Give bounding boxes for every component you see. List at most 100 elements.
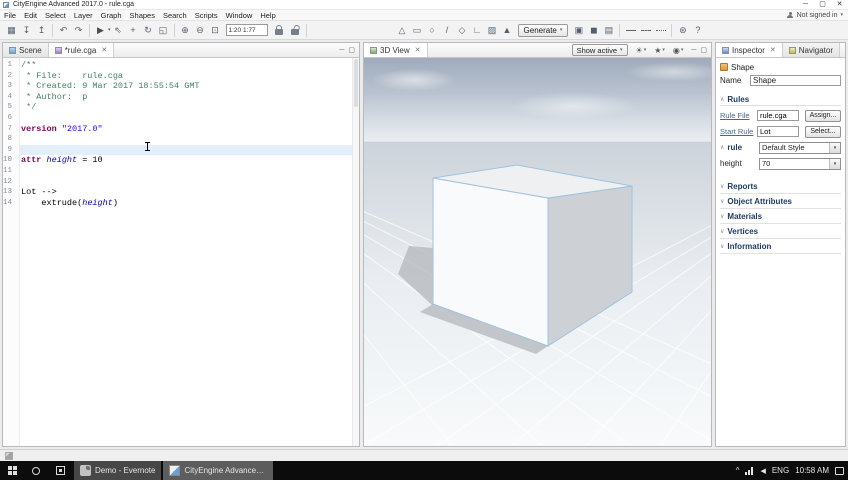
section-materials[interactable]: ∨ Materials: [720, 209, 841, 224]
close-tab-icon[interactable]: ✕: [770, 46, 776, 54]
clock[interactable]: 10:58 AM: [795, 466, 829, 475]
show-active-dropdown[interactable]: Show active ▾: [571, 44, 628, 56]
scale-tool-icon[interactable]: ◱: [157, 24, 170, 37]
minimize-view-icon[interactable]: ─: [691, 47, 696, 54]
graph-tool-icon[interactable]: ◇: [456, 24, 469, 37]
menu-item-select[interactable]: Select: [41, 10, 70, 21]
rule-file-input[interactable]: [757, 110, 799, 121]
measure-tool-icon[interactable]: ∟: [471, 24, 484, 37]
model-icon[interactable]: ◼: [587, 24, 600, 37]
taskbar-app-cityengine[interactable]: CityEngine Advanced 2017.0...: [163, 461, 274, 480]
polygon-tool-icon[interactable]: △: [396, 24, 409, 37]
name-input[interactable]: [750, 75, 841, 86]
sun-icon: ☀: [635, 45, 643, 55]
inspector-header-title: Shape: [731, 62, 755, 72]
start-rule-input[interactable]: [757, 126, 799, 137]
texture-tool-icon[interactable]: ▨: [486, 24, 499, 37]
close-tab-icon[interactable]: ✕: [415, 46, 421, 54]
facade-icon[interactable]: ▤: [602, 24, 615, 37]
maximize-view-icon[interactable]: ▢: [348, 46, 355, 54]
menu-item-file[interactable]: File: [0, 10, 20, 21]
frame-view-icon[interactable]: ⊡: [209, 24, 222, 37]
shading-settings-button[interactable]: ☀ ▾: [636, 46, 647, 55]
style-dropdown[interactable]: Default Style ▾: [759, 141, 841, 154]
save-icon[interactable]: ▦: [5, 24, 18, 37]
start-button[interactable]: [0, 461, 24, 480]
menu-item-edit[interactable]: Edit: [20, 10, 41, 21]
section-reports[interactable]: ∨ Reports: [720, 179, 841, 194]
tab-scene[interactable]: Scene: [3, 43, 49, 57]
tab-rule-cga[interactable]: *rule.cga ✕: [48, 43, 115, 57]
street-tool-icon[interactable]: /: [441, 24, 454, 37]
minimize-view-icon[interactable]: ─: [339, 47, 344, 54]
line-style-dashed-icon[interactable]: [639, 24, 652, 37]
menu-item-scripts[interactable]: Scripts: [191, 10, 222, 21]
scale-input[interactable]: [225, 24, 268, 36]
menu-item-search[interactable]: Search: [159, 10, 191, 21]
start-rule-link[interactable]: Start Rule: [720, 127, 754, 136]
line-style-dotted-icon[interactable]: [654, 24, 667, 37]
signin-label: Not signed in: [796, 11, 838, 19]
unlock-icon[interactable]: [290, 29, 299, 35]
import-icon[interactable]: ↧: [20, 24, 33, 37]
rotate-tool-icon[interactable]: ↻: [142, 24, 155, 37]
move-tool-icon[interactable]: +: [127, 24, 140, 37]
signin-status[interactable]: Not signed in ▾: [787, 11, 848, 19]
code-editor[interactable]: 1/** 2 * File: rule.cga 3 * Created: 9 M…: [3, 58, 359, 446]
rectangle-tool-icon[interactable]: ▭: [411, 24, 424, 37]
menu-item-help[interactable]: Help: [256, 10, 279, 21]
tab-navigator[interactable]: Navigator: [782, 43, 841, 57]
maximize-button[interactable]: ▢: [814, 0, 831, 10]
generate-button[interactable]: Generate ▾: [517, 23, 569, 37]
tab-3d-view[interactable]: 3D View ✕: [364, 43, 428, 57]
zoom-in-icon[interactable]: ⊕: [179, 24, 192, 37]
play-icon[interactable]: ▶: [94, 24, 107, 37]
zoom-out-icon[interactable]: ⊖: [194, 24, 207, 37]
select-button[interactable]: Select...: [805, 125, 841, 138]
select-tool-icon[interactable]: ⇖: [112, 24, 125, 37]
maximize-view-icon[interactable]: ▢: [700, 46, 707, 54]
menu-item-layer[interactable]: Layer: [70, 10, 97, 21]
notification-center-icon[interactable]: [835, 466, 844, 475]
camera-views-button[interactable]: ◉ ▾: [673, 46, 684, 55]
help-icon[interactable]: ?: [691, 24, 704, 37]
language-indicator[interactable]: ENG: [772, 466, 789, 475]
redo-icon[interactable]: ↷: [72, 24, 85, 37]
editor-scrollbar[interactable]: [352, 58, 359, 446]
network-icon[interactable]: [745, 466, 755, 475]
name-label: Name: [720, 76, 742, 85]
tab-inspector[interactable]: Inspector ✕: [716, 43, 783, 57]
cityengine-label: CityEngine Advanced 2017.0...: [184, 466, 268, 475]
terrain-tool-icon[interactable]: ▲: [501, 24, 514, 37]
tray-chevron-icon[interactable]: ^: [736, 466, 740, 475]
minimize-button[interactable]: ─: [797, 0, 814, 10]
search-button[interactable]: [24, 461, 48, 480]
line-style-solid-icon[interactable]: [624, 24, 637, 37]
play-dropdown-icon[interactable]: ▾: [108, 27, 111, 33]
export-icon[interactable]: ↥: [35, 24, 48, 37]
rule-file-link[interactable]: Rule File: [720, 111, 754, 120]
section-rules[interactable]: ∧ Rules: [720, 93, 841, 106]
assign-button[interactable]: Assign...: [805, 109, 841, 122]
task-view-button[interactable]: [48, 461, 72, 480]
menu-item-graph[interactable]: Graph: [97, 10, 126, 21]
height-dropdown[interactable]: 70 ▾: [759, 157, 841, 170]
circle-tool-icon[interactable]: ○: [426, 24, 439, 37]
bookmarks-button[interactable]: ★ ▾: [654, 46, 665, 55]
scrollbar-thumb[interactable]: [354, 59, 358, 107]
menu-item-shapes[interactable]: Shapes: [126, 10, 159, 21]
volume-icon[interactable]: ◀: [760, 467, 765, 475]
section-object-attributes[interactable]: ∨ Object Attributes: [720, 194, 841, 209]
undo-icon[interactable]: ↶: [57, 24, 70, 37]
assign-rule-icon[interactable]: ▣: [572, 24, 585, 37]
menu-item-window[interactable]: Window: [222, 10, 257, 21]
lock-icon[interactable]: [274, 25, 283, 35]
section-vertices[interactable]: ∨ Vertices: [720, 224, 841, 239]
star-icon: ★: [654, 45, 662, 55]
section-information[interactable]: ∨ Information: [720, 239, 841, 254]
taskbar-app-evernote[interactable]: Demo - Evernote: [74, 461, 162, 480]
viewport-3d[interactable]: [364, 58, 711, 446]
close-tab-icon[interactable]: ✕: [101, 46, 107, 54]
close-button[interactable]: ✕: [831, 0, 848, 10]
settings-icon[interactable]: ⊛: [676, 24, 689, 37]
